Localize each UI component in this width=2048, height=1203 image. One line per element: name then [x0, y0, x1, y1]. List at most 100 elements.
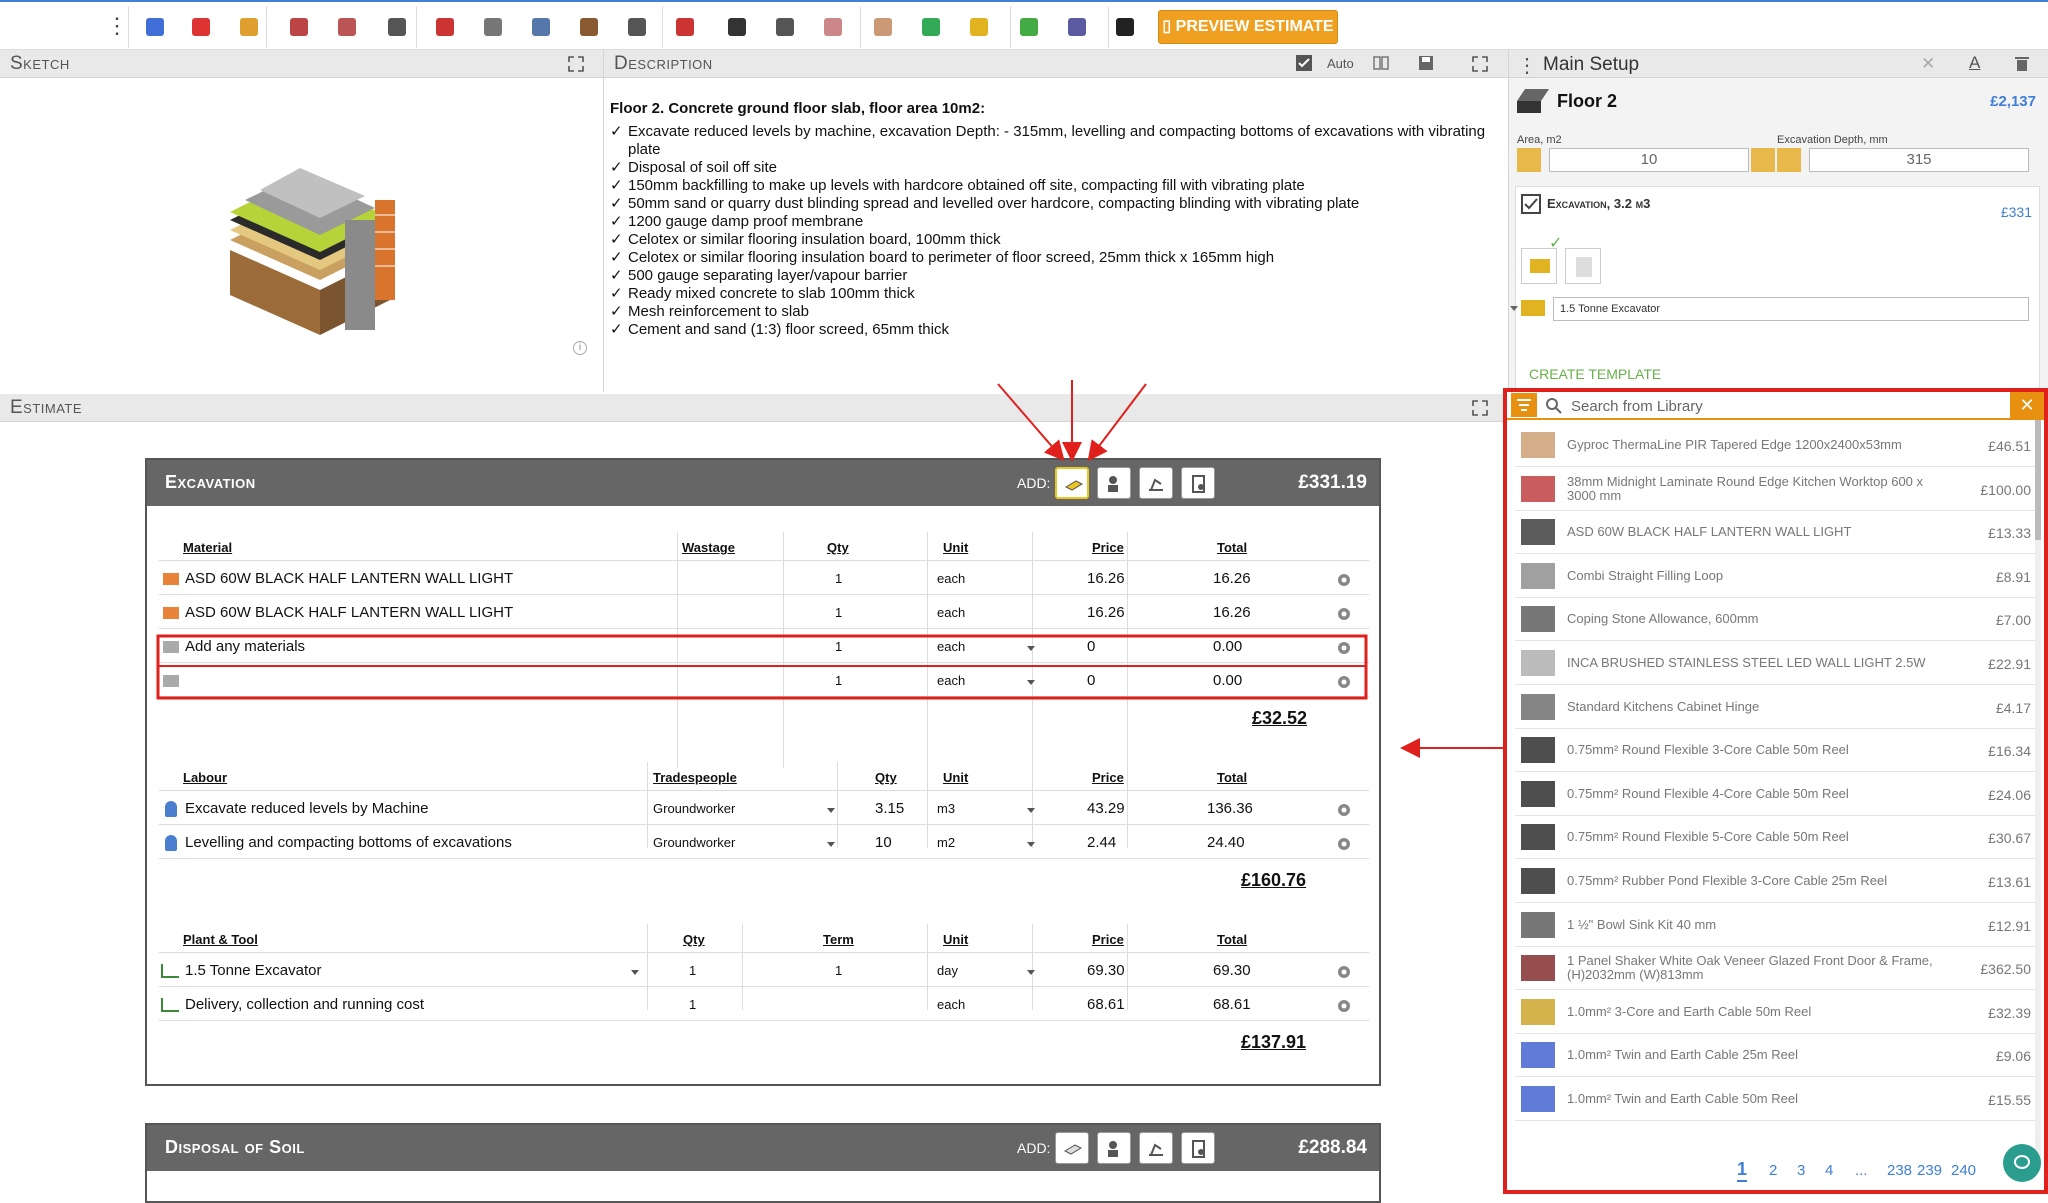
depth-input[interactable]: 315: [1809, 148, 2029, 172]
window-icon[interactable]: [526, 12, 556, 42]
library-item[interactable]: 1.0mm² Twin and Earth Cable 25m Reel £9.0…: [1515, 1034, 2035, 1078]
panel-icon[interactable]: [916, 12, 946, 42]
library-item[interactable]: 0.75mm² Round Flexible 3-Core Cable 50m …: [1515, 729, 2035, 773]
plaster-icon[interactable]: [868, 12, 898, 42]
material-price[interactable]: 0: [1087, 672, 1095, 689]
create-template-link[interactable]: CREATE TEMPLATE: [1529, 366, 1661, 382]
library-item[interactable]: 1 Panel Shaker White Oak Veneer Glazed F…: [1515, 947, 2035, 991]
library-item[interactable]: ASD 60W BLACK HALF LANTERN WALL LIGHT £13…: [1515, 511, 2035, 555]
page-link[interactable]: 238: [1887, 1162, 1912, 1179]
add-cost-button[interactable]: [1181, 1132, 1215, 1164]
library-item[interactable]: 1.0mm² Twin and Earth Cable 50m Reel £15.…: [1515, 1078, 2035, 1121]
plant-name[interactable]: Delivery, collection and running cost: [185, 996, 424, 1013]
library-item[interactable]: 1.0mm² 3-Core and Earth Cable 50m Reel £3…: [1515, 991, 2035, 1034]
machine-option-button[interactable]: [1521, 248, 1557, 284]
labour-trade[interactable]: Groundworker: [653, 835, 735, 850]
library-item[interactable]: Standard Kitchens Cabinet Hinge £4.17: [1515, 686, 2035, 729]
labour-qty[interactable]: 10: [875, 834, 892, 851]
plant-unit[interactable]: each: [937, 997, 965, 1012]
library-search-input[interactable]: Search from Library: [1571, 398, 1703, 415]
trowel-icon[interactable]: [478, 12, 508, 42]
money-icon[interactable]: [1062, 12, 1092, 42]
library-item[interactable]: 38mm Midnight Laminate Round Edge Kitche…: [1515, 468, 2035, 511]
library-item[interactable]: Gyproc ThermaLine PIR Tapered Edge 1200x…: [1515, 424, 2035, 467]
library-item[interactable]: 0.75mm² Round Flexible 5-Core Cable 50m …: [1515, 816, 2035, 860]
gear-icon[interactable]: [1335, 997, 1353, 1015]
material-qty[interactable]: 1: [835, 605, 842, 620]
gear-icon[interactable]: [1335, 571, 1353, 589]
plant-price[interactable]: 68.61: [1087, 996, 1125, 1013]
user-card-icon[interactable]: [140, 12, 170, 42]
material-name[interactable]: ASD 60W BLACK HALF LANTERN WALL LIGHT: [185, 604, 513, 621]
page-link[interactable]: 1: [1737, 1159, 1748, 1182]
labour-price[interactable]: 43.29: [1087, 800, 1125, 817]
library-item[interactable]: Coping Stone Allowance, 600mm £7.00: [1515, 598, 2035, 642]
auto-checkbox[interactable]: [1295, 54, 1313, 72]
gear-icon[interactable]: [1335, 673, 1353, 691]
tree-icon[interactable]: [1014, 12, 1044, 42]
material-qty[interactable]: 1: [835, 571, 842, 586]
bricks-icon[interactable]: [430, 12, 460, 42]
gear-icon[interactable]: [1335, 801, 1353, 819]
scrollbar-track[interactable]: [2035, 420, 2041, 1170]
close-icon[interactable]: ✕: [2010, 392, 2044, 418]
library-item[interactable]: 1 ½" Bowl Sink Kit 40 mm £12.91: [1515, 904, 2035, 947]
filter-button[interactable]: [1511, 393, 1537, 417]
calculator-icon[interactable]: [1751, 148, 1775, 172]
page-link[interactable]: 2: [1769, 1162, 1777, 1179]
labour-qty[interactable]: 3.15: [875, 800, 904, 817]
library-item[interactable]: 0.75mm² Round Flexible 4-Core Cable 50m …: [1515, 773, 2035, 816]
roof-icon[interactable]: [670, 12, 700, 42]
tools-icon[interactable]: ✕: [1921, 54, 1935, 74]
add-material-button[interactable]: [1055, 467, 1089, 499]
tools-icon[interactable]: [622, 12, 652, 42]
expand-icon[interactable]: [1472, 400, 1488, 416]
expand-icon[interactable]: [568, 56, 584, 72]
info-icon[interactable]: i: [573, 341, 587, 355]
material-price[interactable]: 0: [1087, 638, 1095, 655]
library-item[interactable]: Combi Straight Filling Loop £8.91: [1515, 555, 2035, 598]
library-item[interactable]: 0.75mm² Rubber Pond Flexible 3-Core Cabl…: [1515, 860, 2035, 903]
tap-icon[interactable]: [770, 12, 800, 42]
material-qty[interactable]: 1: [835, 673, 842, 688]
add-plant-button[interactable]: [1139, 467, 1173, 499]
labour-unit[interactable]: m3: [937, 801, 955, 816]
plant-unit[interactable]: day: [937, 963, 958, 978]
text-format-icon[interactable]: A: [1969, 53, 1980, 73]
gear-icon[interactable]: [1335, 605, 1353, 623]
material-unit[interactable]: each: [937, 571, 965, 586]
gear-icon[interactable]: [1335, 639, 1353, 657]
scrollbar-thumb[interactable]: [2035, 420, 2041, 540]
gear-icon[interactable]: [1335, 835, 1353, 853]
radiator-icon[interactable]: [818, 12, 848, 42]
roof-tile-icon[interactable]: [284, 12, 314, 42]
material-unit[interactable]: each: [937, 605, 965, 620]
material-unit[interactable]: each: [937, 639, 965, 654]
material-price[interactable]: 16.26: [1087, 604, 1125, 621]
library-item[interactable]: INCA BRUSHED STAINLESS STEEL LED WALL LI…: [1515, 642, 2035, 685]
plant-name[interactable]: 1.5 Tonne Excavator: [185, 962, 321, 979]
hazard-icon[interactable]: [186, 12, 216, 42]
material-name[interactable]: ASD 60W BLACK HALF LANTERN WALL LIGHT: [185, 570, 513, 587]
chat-icon[interactable]: [2003, 1144, 2041, 1182]
area-input[interactable]: 10: [1549, 148, 1749, 172]
plant-qty[interactable]: 1: [689, 997, 696, 1012]
gear-icon[interactable]: [1335, 963, 1353, 981]
expand-icon[interactable]: [1472, 56, 1488, 72]
drag-handle-icon[interactable]: ⋮: [1517, 53, 1537, 78]
plan-icon[interactable]: [964, 12, 994, 42]
material-qty[interactable]: 1: [835, 639, 842, 654]
page-link[interactable]: ...: [1855, 1162, 1868, 1179]
material-name[interactable]: Add any materials: [185, 638, 305, 655]
add-material-button[interactable]: [1055, 1132, 1089, 1164]
page-link[interactable]: 4: [1825, 1162, 1833, 1179]
material-price[interactable]: 16.26: [1087, 570, 1125, 587]
labour-name[interactable]: Excavate reduced levels by Machine: [185, 800, 428, 817]
labour-price[interactable]: 2.44: [1087, 834, 1116, 851]
more-menu-icon[interactable]: ⋮: [106, 14, 128, 40]
labour-name[interactable]: Levelling and compacting bottoms of exca…: [185, 834, 512, 851]
page-link[interactable]: 240: [1951, 1162, 1976, 1179]
plant-price[interactable]: 69.30: [1087, 962, 1125, 979]
material-unit[interactable]: each: [937, 673, 965, 688]
machine-select[interactable]: 1.5 Tonne Excavator: [1553, 297, 2029, 321]
